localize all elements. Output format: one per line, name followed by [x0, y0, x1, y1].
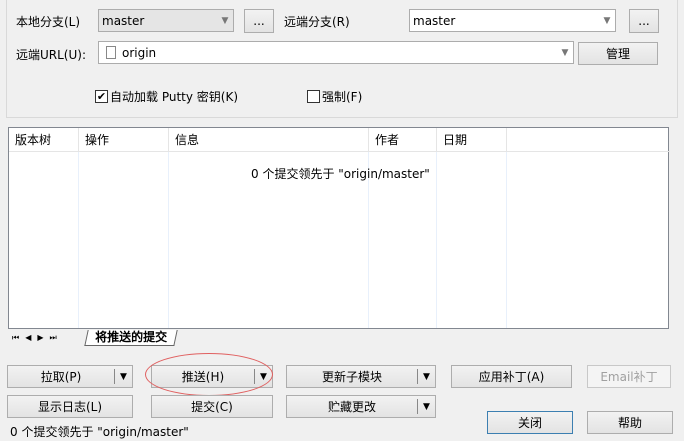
autoload-putty-checkbox[interactable]: ✔ 自动加载 Putty 密钥(K) [95, 88, 238, 105]
tab-commits-to-push[interactable]: 将推送的提交 [84, 330, 178, 346]
chevron-down-icon: ▼ [561, 47, 569, 58]
column-header-action[interactable]: 操作 [79, 128, 169, 152]
chevron-down-icon: ▼ [603, 15, 611, 26]
manage-button[interactable]: 管理 [578, 42, 658, 65]
force-checkbox[interactable]: 强制(F) [307, 88, 362, 105]
remote-url-value: origin [122, 45, 157, 60]
pull-label: 拉取(P) [40, 370, 82, 384]
email-patch-button: Email补丁 [587, 365, 671, 388]
chevron-down-icon: ▼ [221, 15, 229, 26]
remote-branch-label: 远端分支(R) [284, 15, 350, 29]
column-divider [436, 152, 437, 328]
commits-message: 0 个提交领先于 "origin/master" [251, 167, 430, 181]
pull-button[interactable]: 拉取(P) ▼ [7, 365, 133, 388]
dropdown-arrow-icon[interactable]: ▼ [417, 399, 435, 414]
checkbox-unchecked-icon [307, 90, 320, 103]
show-log-button[interactable]: 显示日志(L) [7, 395, 133, 418]
local-branch-value: master [102, 13, 145, 28]
autoload-putty-label: 自动加载 Putty 密钥(K) [110, 90, 239, 104]
update-submodules-button[interactable]: 更新子模块 ▼ [286, 365, 436, 388]
column-divider [506, 152, 507, 328]
close-button[interactable]: 关闭 [487, 411, 573, 434]
column-header-date[interactable]: 日期 [437, 128, 507, 152]
remote-branch-browse-button[interactable]: ... [629, 9, 659, 33]
column-header-graph[interactable]: 版本树 [9, 128, 79, 152]
column-header-message[interactable]: 信息 [169, 128, 369, 152]
column-header-empty [507, 128, 670, 152]
remote-branch-select[interactable]: master ▼ [409, 9, 616, 32]
dropdown-arrow-icon[interactable]: ▼ [417, 369, 435, 384]
force-label: 强制(F) [322, 90, 363, 104]
submodule-label: 更新子模块 [321, 370, 382, 384]
apply-patch-button[interactable]: 应用补丁(A) [451, 365, 572, 388]
tab-navigation[interactable]: ⏮◀▶⏭ [12, 333, 63, 343]
stash-label: 贮藏更改 [327, 400, 376, 414]
file-icon [106, 46, 116, 59]
commits-list[interactable]: 版本树 操作 信息 作者 日期 0 个提交领先于 "origin/master" [8, 127, 670, 329]
help-button[interactable]: 帮助 [587, 411, 673, 434]
checkbox-checked-icon: ✔ [95, 90, 108, 103]
stash-button[interactable]: 贮藏更改 ▼ [286, 395, 436, 418]
tab-label: 将推送的提交 [95, 330, 168, 344]
column-divider [168, 152, 169, 328]
remote-branch-value: master [413, 13, 456, 28]
highlight-ellipse [145, 353, 273, 396]
local-branch-label: 本地分支(L) [16, 15, 81, 29]
commit-button[interactable]: 提交(C) [151, 395, 273, 418]
status-text: 0 个提交领先于 "origin/master" [10, 425, 189, 439]
column-divider [78, 152, 79, 328]
remote-url-select[interactable]: origin ▼ [98, 41, 574, 64]
remote-url-label: 远端URL(U): [16, 48, 86, 62]
dropdown-arrow-icon[interactable]: ▼ [114, 369, 132, 384]
local-branch-browse-button[interactable]: ... [244, 9, 274, 33]
local-branch-select[interactable]: master ▼ [98, 9, 234, 32]
column-header-author[interactable]: 作者 [369, 128, 437, 152]
